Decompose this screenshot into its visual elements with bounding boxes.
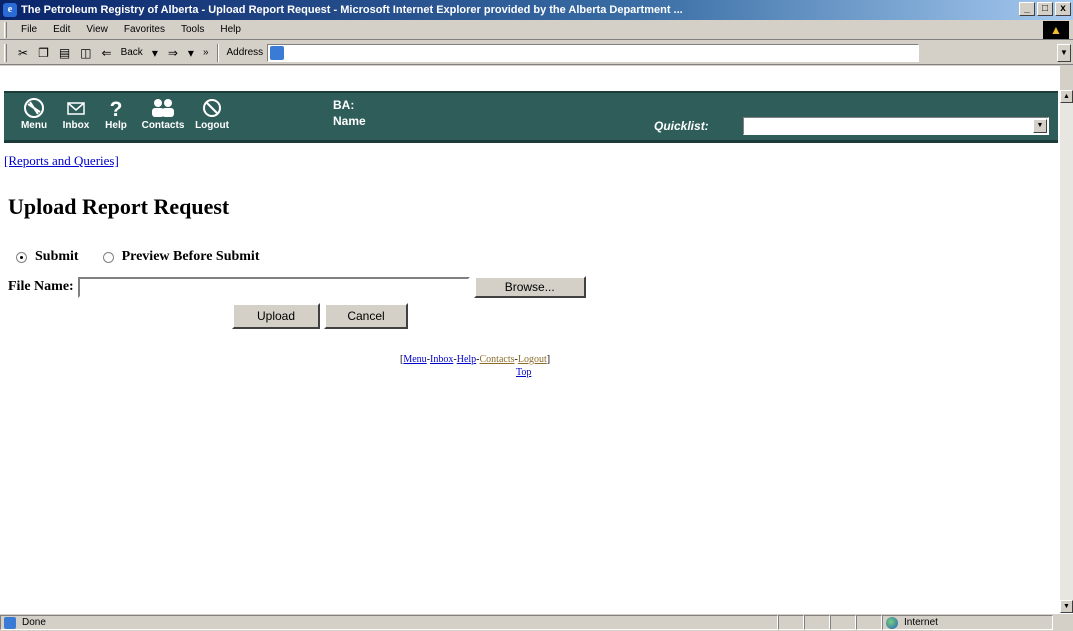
status-bar: Done Internet (0, 613, 1073, 631)
action-row: Upload Cancel (232, 303, 408, 329)
minimize-button[interactable]: _ (1019, 2, 1035, 16)
windows-logo-icon: ▲ (1043, 21, 1069, 39)
forward-dropdown-icon[interactable]: ▾ (183, 46, 199, 60)
quicklist-select[interactable]: ▼ (743, 117, 1049, 135)
people-icon (152, 99, 174, 117)
status-pane-2 (804, 615, 830, 630)
envelope-icon (67, 102, 85, 115)
ba-label: BA: Name (333, 97, 366, 129)
status-text: Done (22, 617, 46, 628)
status-pane-4 (856, 615, 882, 630)
file-name-label: File Name: (8, 279, 74, 294)
nav-logout-label: Logout (195, 120, 229, 131)
menu-edit[interactable]: Edit (45, 24, 78, 35)
radio-preview-label[interactable]: Preview Before Submit (122, 249, 260, 265)
toolbar: ✂ ❐ ▤ ◫ ⇐ Back ▾ ⇒ ▾ » Address ▼ (0, 41, 1073, 65)
globe-icon (886, 616, 898, 629)
address-field[interactable] (267, 43, 920, 62)
page-title: Upload Report Request (8, 194, 230, 219)
nav-contacts[interactable]: Contacts (141, 97, 185, 131)
menu-grip (4, 21, 7, 38)
status-zone-label: Internet (904, 617, 938, 628)
cancel-button[interactable]: Cancel (324, 303, 408, 329)
toolbar-separator (216, 43, 219, 62)
footer-close-bracket: ] (546, 354, 551, 365)
status-pane-3 (830, 615, 856, 630)
vertical-scrollbar[interactable]: ▲ ▼ (1060, 90, 1073, 613)
scroll-up-icon[interactable]: ▲ (1060, 90, 1073, 103)
menu-tools[interactable]: Tools (173, 24, 212, 35)
menu-bar: File Edit View Favorites Tools Help ▲ (0, 20, 1073, 40)
ba-label-line1: BA: (333, 98, 355, 112)
footer-help-link[interactable]: Help (457, 354, 476, 365)
menu-favorites[interactable]: Favorites (116, 24, 173, 35)
browser-content: Menu Inbox ? Help Contacts Logout BA: Na… (0, 66, 1060, 613)
toolbar-grip (4, 43, 7, 62)
logout-icon (203, 99, 221, 117)
page-done-icon (4, 616, 16, 629)
status-main: Done (0, 615, 778, 630)
back-dropdown-icon[interactable]: ▾ (147, 46, 163, 60)
maximize-button[interactable]: □ (1037, 2, 1053, 16)
toolbar-more-button[interactable]: » (199, 47, 213, 58)
radio-submit[interactable] (16, 251, 27, 263)
submit-mode-group: Submit Preview Before Submit (16, 249, 259, 265)
window-title: The Petroleum Registry of Alberta - Uplo… (21, 4, 683, 16)
radio-preview[interactable] (102, 251, 114, 263)
footer-contacts-link[interactable]: Contacts (480, 354, 515, 365)
menu-file[interactable]: File (13, 24, 45, 35)
footer-logout-link[interactable]: Logout (518, 354, 547, 365)
menu-help[interactable]: Help (212, 24, 249, 35)
footer-top-link[interactable]: Top (516, 367, 531, 378)
status-zone: Internet (882, 615, 1053, 630)
footer-menu-link[interactable]: Menu (403, 354, 426, 365)
paste-icon[interactable]: ▤ (54, 46, 75, 60)
upload-button[interactable]: Upload (232, 303, 320, 329)
nav-help[interactable]: ? Help (94, 97, 138, 131)
nav-help-label: Help (105, 120, 127, 131)
chevron-down-icon[interactable]: ▼ (1033, 119, 1047, 133)
app-header-bar: Menu Inbox ? Help Contacts Logout BA: Na… (4, 91, 1058, 143)
nav-inbox-label: Inbox (62, 120, 90, 131)
close-button[interactable]: x (1055, 2, 1071, 16)
status-pane-1 (778, 615, 804, 630)
browse-button[interactable]: Browse... (473, 276, 586, 298)
reports-and-queries-link[interactable]: [Reports and Queries] (4, 153, 119, 169)
nav-menu-label: Menu (20, 120, 48, 131)
file-name-input[interactable] (77, 276, 470, 298)
footer-inbox-link[interactable]: Inbox (430, 354, 453, 365)
menu-view[interactable]: View (78, 24, 116, 35)
footer-links: [Menu-Inbox-Help-Contacts-Logout] (400, 354, 550, 365)
ie-icon: e (3, 3, 17, 17)
scroll-down-icon[interactable]: ▼ (1060, 600, 1073, 613)
forward-icon[interactable]: ⇒ (163, 46, 183, 60)
svg-text:?: ? (110, 98, 123, 119)
radio-submit-label[interactable]: Submit (35, 249, 79, 265)
address-dropdown-icon[interactable]: ▼ (1057, 44, 1071, 62)
quicklist-label: Quicklist: (654, 119, 709, 133)
window-title-bar: e The Petroleum Registry of Alberta - Up… (0, 0, 1073, 20)
question-icon: ? (110, 98, 123, 119)
back-button[interactable]: Back (117, 47, 147, 58)
menu-icon (24, 98, 44, 118)
nav-logout[interactable]: Logout (190, 97, 234, 131)
back-arrow-icon[interactable]: ⇐ (97, 46, 117, 60)
nav-menu[interactable]: Menu (12, 97, 56, 131)
print-preview-icon[interactable]: ◫ (75, 46, 96, 60)
page-icon (270, 45, 285, 60)
file-row: File Name: Browse... (8, 276, 586, 298)
copy-icon[interactable]: ❐ (33, 46, 54, 60)
nav-contacts-label: Contacts (141, 120, 185, 131)
ba-label-line2: Name (333, 114, 366, 128)
address-label: Address (226, 47, 264, 58)
cut-icon[interactable]: ✂ (13, 46, 33, 60)
nav-inbox[interactable]: Inbox (54, 97, 98, 131)
